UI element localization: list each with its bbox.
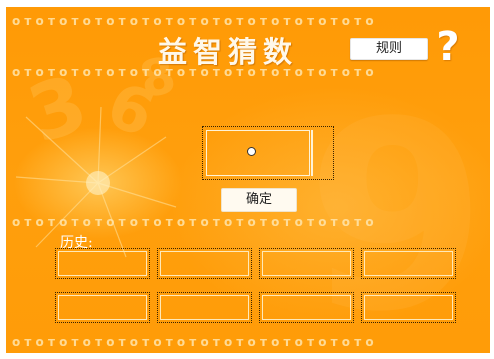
game-title: 益智猜数 [158,35,299,69]
history-slot-value [160,251,249,276]
history-slot-value [262,251,351,276]
rules-button[interactable]: 规则 [350,38,428,60]
screenshot-frame: 3 6 8 9 o ᴛ o ᴛ o ᴛ o ᴛ o ᴛ o ᴛ o ᴛ o ᴛ … [0,0,494,359]
history-slot-value [262,295,351,320]
decor-strip-middle: o ᴛ o ᴛ o ᴛ o ᴛ o ᴛ o ᴛ o ᴛ o ᴛ o ᴛ o ᴛ … [12,215,374,228]
history-slot-value [364,295,453,320]
history-slot [361,248,456,279]
history-slot-value [58,251,147,276]
svg-text:6: 6 [97,68,164,152]
guess-number-game: 3 6 8 9 o ᴛ o ᴛ o ᴛ o ᴛ o ᴛ o ᴛ o ᴛ o ᴛ … [6,7,490,353]
history-slot [157,292,252,323]
history-slot-value [58,295,147,320]
guess-input[interactable] [202,126,334,180]
svg-text:o ᴛ o ᴛ o ᴛ o ᴛ o ᴛ o ᴛ o ᴛ o: o ᴛ o ᴛ o ᴛ o ᴛ o ᴛ o ᴛ o ᴛ o ᴛ o ᴛ o ᴛ … [12,14,374,27]
history-slot [259,248,354,279]
help-icon[interactable]: ? [432,25,464,69]
guess-input-field[interactable] [206,130,310,176]
svg-text:o ᴛ o ᴛ o ᴛ o ᴛ o ᴛ o ᴛ o ᴛ o: o ᴛ o ᴛ o ᴛ o ᴛ o ᴛ o ᴛ o ᴛ o ᴛ o ᴛ o ᴛ … [12,215,374,228]
decor-strip-bottom: o ᴛ o ᴛ o ᴛ o ᴛ o ᴛ o ᴛ o ᴛ o ᴛ o ᴛ o ᴛ … [12,335,374,348]
history-slot [55,248,150,279]
cursor-dot [247,147,256,156]
history-slot [157,248,252,279]
svg-text:o ᴛ o ᴛ o ᴛ o ᴛ o ᴛ o ᴛ o ᴛ o: o ᴛ o ᴛ o ᴛ o ᴛ o ᴛ o ᴛ o ᴛ o ᴛ o ᴛ o ᴛ … [12,335,374,348]
history-slot-value [160,295,249,320]
history-slot [55,292,150,323]
decor-strip-top: o ᴛ o ᴛ o ᴛ o ᴛ o ᴛ o ᴛ o ᴛ o ᴛ o ᴛ o ᴛ … [12,14,374,27]
confirm-button[interactable]: 确定 [221,188,297,212]
guess-input-divider [311,130,313,176]
history-slot [361,292,456,323]
history-slot-value [364,251,453,276]
history-slot [259,292,354,323]
